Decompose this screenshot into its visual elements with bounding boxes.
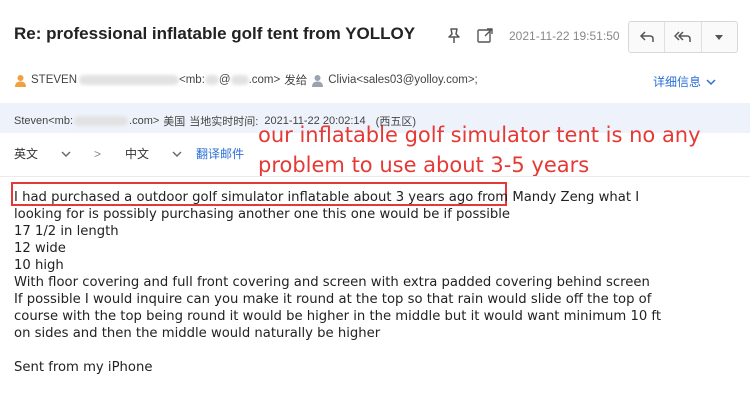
signature-line: Sent from my iPhone	[14, 360, 153, 375]
email-subject: Re: professional inflatable golf tent fr…	[14, 24, 416, 43]
reply-icon	[639, 31, 654, 42]
language-arrow: >	[94, 146, 102, 161]
body-line: 17 1/2 in length	[14, 224, 119, 239]
target-language-select[interactable]: 中文	[125, 145, 149, 162]
details-label: 详细信息	[653, 75, 702, 89]
quoted-sender-email-end: .com>	[129, 115, 160, 127]
pin-icon[interactable]	[446, 27, 462, 45]
body-line-blank	[14, 342, 661, 359]
translate-bar: 英文 > 中文 翻译邮件	[14, 145, 244, 162]
sent-to-label: 发给	[284, 75, 308, 87]
annotation-line: our inflatable golf simulator tent is no…	[258, 123, 701, 147]
body-line: 12 wide	[14, 241, 66, 256]
more-actions-button[interactable]	[702, 22, 737, 52]
redacted-text	[204, 75, 219, 85]
local-time-label: 当地实时时间:	[189, 116, 259, 128]
user-icon	[15, 74, 26, 87]
email-timestamp: 2021-11-22 19:51:50	[509, 29, 620, 43]
chevron-down-icon[interactable]	[60, 150, 72, 158]
translate-email-link[interactable]: 翻译邮件	[196, 145, 244, 162]
reply-all-button[interactable]	[665, 22, 702, 52]
sender-email-part: .com>	[248, 74, 281, 86]
recipient[interactable]: Clivia<sales03@yolloy.com>;	[328, 74, 478, 86]
sender-name[interactable]: STEVEN	[31, 74, 77, 86]
details-link[interactable]: 详细信息	[653, 73, 717, 90]
quoted-sender-name: Steven<mb:	[14, 115, 74, 127]
chevron-down-icon	[706, 78, 716, 85]
redacted-text	[79, 75, 180, 85]
redacted-text	[230, 75, 249, 85]
body-line: With floor covering and full front cover…	[14, 275, 650, 290]
reply-all-icon	[673, 31, 691, 42]
email-body: I had purchased a outdoor golf simulator…	[14, 189, 661, 376]
body-line: looking for is possibly purchasing anoth…	[14, 207, 511, 222]
body-line: I had purchased a outdoor golf simulator…	[14, 190, 640, 205]
body-line: on sides and then the middle would natur…	[14, 326, 381, 341]
user-icon	[312, 74, 324, 87]
body-line: course with the top being round it would…	[14, 309, 661, 324]
reply-button[interactable]	[629, 22, 666, 52]
body-line: 10 high	[14, 258, 64, 273]
quoted-sender-region: 美国	[163, 116, 186, 128]
divider	[0, 176, 750, 177]
redacted-text	[74, 116, 129, 126]
sender-email-part: @	[218, 74, 231, 86]
source-language-select[interactable]: 英文	[14, 145, 38, 162]
more-dropdown-icon	[715, 35, 724, 40]
annotation-overlay: our inflatable golf simulator tent is no…	[258, 120, 701, 180]
reply-button-group	[628, 21, 738, 53]
sender-email-part: <mb:	[179, 74, 205, 86]
sender-row: STEVEN <mb: @ .com> 发给 Clivia<sales03@yo…	[14, 72, 478, 88]
chevron-down-icon[interactable]	[171, 150, 183, 158]
body-line: If possible I would inquire can you make…	[14, 292, 652, 307]
open-in-window-icon[interactable]	[476, 27, 494, 45]
